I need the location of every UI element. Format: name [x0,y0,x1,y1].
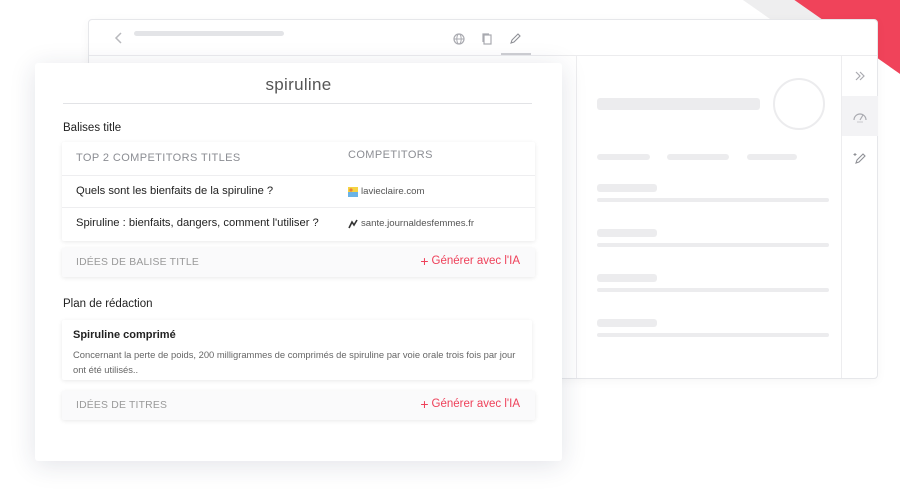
generate-title-ai-button[interactable]: + Générer avec l'IA [420,253,521,269]
gauge-icon[interactable] [842,96,878,136]
competitor-title: Spiruline : bienfaits, dangers, comment … [76,217,319,229]
skeleton-bar [667,154,729,160]
competitor-domain-text: lavieclaire.com [361,186,425,197]
skeleton-bar [597,243,829,247]
side-rail [841,56,878,378]
skeleton-bar [747,154,797,160]
competitor-domain[interactable]: sante.journaldesfemmes.fr [348,218,474,229]
skeleton-bar [597,198,829,202]
skeleton-bar [597,288,829,292]
globe-icon[interactable] [452,32,466,46]
chevron-left-icon[interactable] [111,30,127,46]
generate-heading-ai-button[interactable]: + Générer avec l'IA [420,396,521,412]
title-ideas-label: IDÉES DE BALISE TITLE [76,257,199,268]
plus-icon: + [420,253,429,269]
skeleton-bar [597,333,829,337]
heading-ideas-bar: IDÉES DE TITRES + Générer avec l'IA [62,391,535,420]
table-row[interactable]: Quels sont les bienfaits de la spiruline… [62,175,535,206]
section-title-title-tags: Balises title [63,122,122,134]
active-tab-indicator [501,53,531,55]
site-favicon-icon [348,219,358,229]
skeleton-bar [597,229,657,237]
skeleton-bar [597,274,657,282]
keyword-title: spiruline [265,75,332,94]
skeleton-bar [597,184,657,192]
url-bar-placeholder[interactable] [134,31,284,36]
plus-icon: + [420,396,429,412]
score-circle [773,78,825,130]
skeleton-bar [597,98,760,110]
competitor-domain[interactable]: lavieclaire.com [348,186,424,197]
section-title-outline: Plan de rédaction [63,298,153,310]
competitor-titles-table: TOP 2 COMPETITORS TITLES COMPETITORS Que… [62,142,535,241]
content-brief-card: spiruline Balises title TOP 2 COMPETITOR… [35,63,562,461]
outline-item-title: Spiruline comprimé [73,329,176,341]
competitor-domain-text: sante.journaldesfemmes.fr [361,218,475,229]
site-favicon-icon [348,186,358,197]
outline-item-text: Concernant la perte de poids, 200 millig… [73,349,516,375]
pen-icon[interactable] [508,32,522,46]
generate-button-label: Générer avec l'IA [431,255,521,267]
outline-item[interactable]: Spiruline comprimé Concernant la perte d… [62,320,532,380]
double-chevron-right-icon[interactable] [842,56,878,96]
column-header-competitors: COMPETITORS [348,149,433,161]
skeleton-bar [597,154,650,160]
magic-pen-icon[interactable] [842,138,878,178]
title-ideas-bar: IDÉES DE BALISE TITLE + Générer avec l'I… [62,248,535,277]
divider [63,103,532,104]
competitor-title: Quels sont les bienfaits de la spiruline… [76,185,274,197]
table-row[interactable]: Spiruline : bienfaits, dangers, comment … [62,207,535,238]
preview-panel-skeleton [576,56,841,378]
skeleton-bar [597,319,657,327]
copy-icon[interactable] [480,32,494,46]
heading-ideas-label: IDÉES DE TITRES [76,400,168,411]
generate-button-label: Générer avec l'IA [431,398,521,410]
browser-toolbar [89,20,877,56]
column-header-titles: TOP 2 COMPETITORS TITLES [76,152,241,164]
